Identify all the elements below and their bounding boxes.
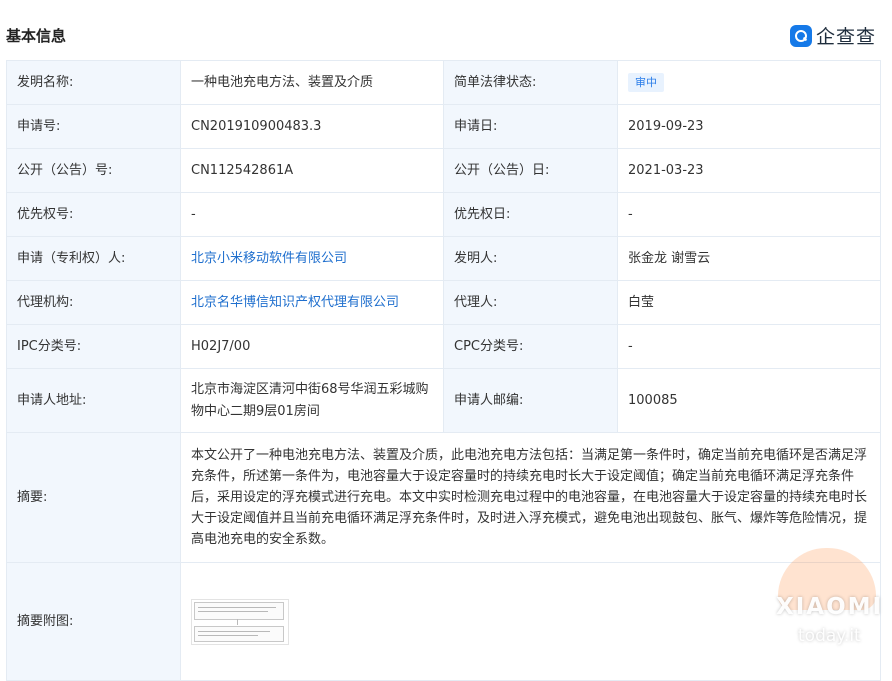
table-row: 代理机构: 北京名华博信知识产权代理有限公司 代理人: 白莹 xyxy=(6,280,881,325)
label-postcode: 申请人邮编: xyxy=(443,368,618,433)
basic-info-table: 发明名称: 一种电池充电方法、装置及介质 简单法律状态: 审中 申请号: CN2… xyxy=(6,60,881,681)
value-agent: 白莹 xyxy=(617,280,881,325)
label-invention-name: 发明名称: xyxy=(6,60,181,105)
applicant-link[interactable]: 北京小米移动软件有限公司 xyxy=(191,251,347,266)
value-abstract: 本文公开了一种电池充电方法、装置及介质，此电池充电方法包括：当满足第一条件时，确… xyxy=(180,432,881,563)
label-agent: 代理人: xyxy=(443,280,618,325)
label-application-no: 申请号: xyxy=(6,104,181,149)
value-applicant-cell: 北京小米移动软件有限公司 xyxy=(180,236,444,281)
table-row: IPC分类号: H02J7/00 CPC分类号: - xyxy=(6,324,881,369)
label-ipc: IPC分类号: xyxy=(6,324,181,369)
flowchart-thumbnail-icon[interactable] xyxy=(191,598,289,645)
value-postcode: 100085 xyxy=(617,368,881,433)
value-priority-no: - xyxy=(180,192,444,237)
header: 基本信息 企查查 xyxy=(0,0,892,60)
agency-link[interactable]: 北京名华博信知识产权代理有限公司 xyxy=(191,295,399,310)
table-row: 申请（专利权）人: 北京小米移动软件有限公司 发明人: 张金龙 谢雪云 xyxy=(6,236,881,281)
table-row: 摘要: 本文公开了一种电池充电方法、装置及介质，此电池充电方法包括：当满足第一条… xyxy=(6,432,881,563)
value-agency-cell: 北京名华博信知识产权代理有限公司 xyxy=(180,280,444,325)
value-cpc: - xyxy=(617,324,881,369)
label-publication-date: 公开（公告）日: xyxy=(443,148,618,193)
table-row: 优先权号: - 优先权日: - xyxy=(6,192,881,237)
value-publication-no: CN112542861A xyxy=(180,148,444,193)
value-publication-date: 2021-03-23 xyxy=(617,148,881,193)
section-title: 基本信息 xyxy=(6,27,67,45)
label-address: 申请人地址: xyxy=(6,368,181,433)
table-row: 摘要附图: xyxy=(6,562,881,681)
value-inventor: 张金龙 谢雪云 xyxy=(617,236,881,281)
table-row: 申请人地址: 北京市海淀区清河中街68号华润五彩城购物中心二期9层01房间 申请… xyxy=(6,368,881,433)
value-invention-name: 一种电池充电方法、装置及介质 xyxy=(180,60,444,105)
qichacha-logo-icon xyxy=(790,24,812,47)
value-application-date: 2019-09-23 xyxy=(617,104,881,149)
label-priority-no: 优先权号: xyxy=(6,192,181,237)
label-publication-no: 公开（公告）号: xyxy=(6,148,181,193)
value-legal-status-cell: 审中 xyxy=(617,60,881,105)
label-abstract-image: 摘要附图: xyxy=(6,562,181,681)
label-cpc: CPC分类号: xyxy=(443,324,618,369)
table-row: 申请号: CN201910900483.3 申请日: 2019-09-23 xyxy=(6,104,881,149)
label-inventor: 发明人: xyxy=(443,236,618,281)
label-abstract: 摘要: xyxy=(6,432,181,563)
value-priority-date: - xyxy=(617,192,881,237)
value-address: 北京市海淀区清河中街68号华润五彩城购物中心二期9层01房间 xyxy=(180,368,444,433)
label-legal-status: 简单法律状态: xyxy=(443,60,618,105)
status-badge: 审中 xyxy=(628,72,664,92)
value-application-no: CN201910900483.3 xyxy=(180,104,444,149)
label-applicant: 申请（专利权）人: xyxy=(6,236,181,281)
label-application-date: 申请日: xyxy=(443,104,618,149)
value-abstract-image-cell xyxy=(180,562,881,681)
value-ipc: H02J7/00 xyxy=(180,324,444,369)
label-agency: 代理机构: xyxy=(6,280,181,325)
qichacha-logo[interactable]: 企查查 xyxy=(790,22,876,49)
label-priority-date: 优先权日: xyxy=(443,192,618,237)
logo-text: 企查查 xyxy=(816,26,877,48)
table-row: 公开（公告）号: CN112542861A 公开（公告）日: 2021-03-2… xyxy=(6,148,881,193)
table-row: 发明名称: 一种电池充电方法、装置及介质 简单法律状态: 审中 xyxy=(6,60,881,105)
